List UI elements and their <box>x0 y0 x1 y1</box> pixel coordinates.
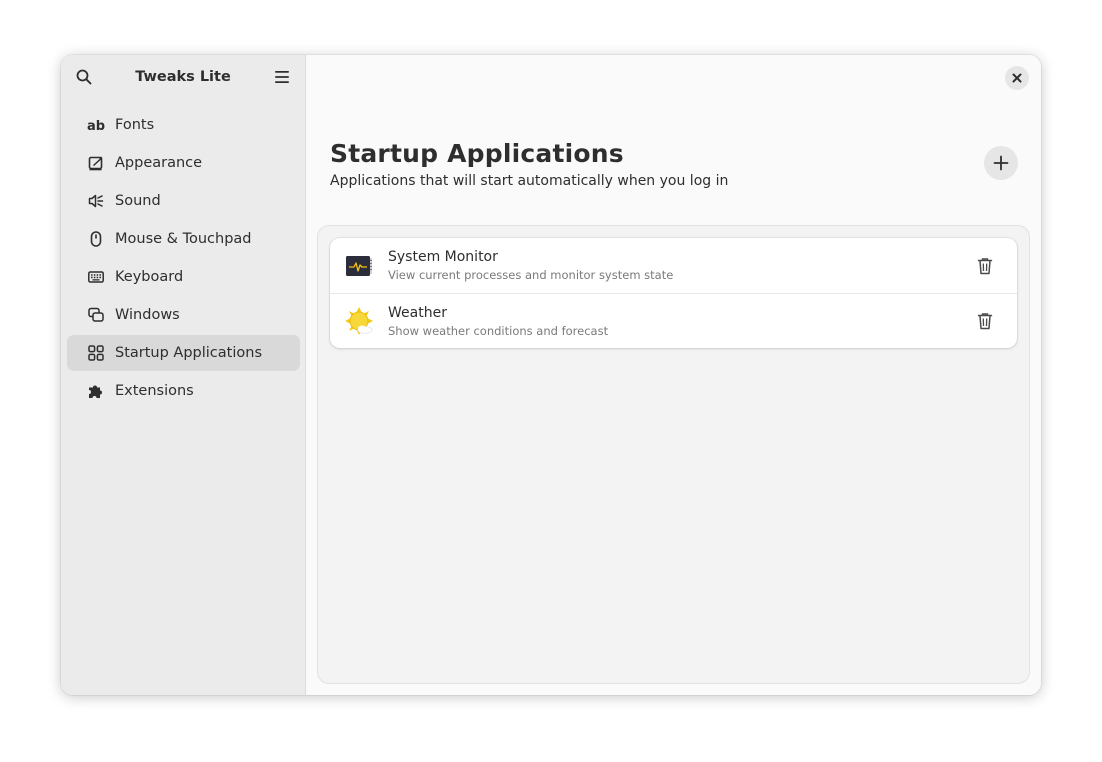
sidebar-item-label: Fonts <box>115 117 155 133</box>
sidebar-item-mouse-touchpad[interactable]: Mouse & Touchpad <box>67 221 300 257</box>
sidebar-item-label: Sound <box>115 193 161 209</box>
hamburger-menu-icon <box>275 71 289 83</box>
puzzle-icon <box>87 382 105 400</box>
sidebar: Tweaks Lite ab Fonts Appearance Sound Mo… <box>61 55 306 695</box>
grid-icon <box>87 344 105 362</box>
sidebar-item-label: Windows <box>115 307 180 323</box>
trash-icon <box>977 313 993 330</box>
app-window: Tweaks Lite ab Fonts Appearance Sound Mo… <box>61 55 1041 695</box>
sidebar-title: Tweaks Lite <box>135 69 231 85</box>
sidebar-item-windows[interactable]: Windows <box>67 297 300 333</box>
sidebar-item-keyboard[interactable]: Keyboard <box>67 259 300 295</box>
app-text: System Monitor View current processes an… <box>388 248 673 283</box>
app-name: Weather <box>388 304 447 321</box>
svg-text:ab: ab <box>87 119 105 132</box>
sidebar-item-label: Extensions <box>115 383 194 399</box>
sidebar-item-label: Startup Applications <box>115 345 262 361</box>
sidebar-item-startup-applications[interactable]: Startup Applications <box>67 335 300 371</box>
remove-app-button[interactable] <box>973 309 997 333</box>
startup-apps-list: System Monitor View current processes an… <box>330 238 1017 348</box>
add-application-button[interactable] <box>984 146 1018 180</box>
app-text: Weather Show weather conditions and fore… <box>388 304 608 339</box>
app-name: System Monitor <box>388 249 498 265</box>
sidebar-item-sound[interactable]: Sound <box>67 183 300 219</box>
plus-icon <box>993 155 1009 171</box>
list-item: System Monitor View current processes an… <box>330 238 1017 293</box>
page-title: Startup Applications <box>330 139 624 168</box>
sidebar-list: ab Fonts Appearance Sound Mouse & Touchp… <box>67 107 300 411</box>
sidebar-item-appearance[interactable]: Appearance <box>67 145 300 181</box>
remove-app-button[interactable] <box>973 254 997 278</box>
content-pane: Startup Applications Applications that w… <box>306 55 1041 695</box>
keyboard-icon <box>87 268 105 286</box>
close-button[interactable] <box>1005 66 1029 90</box>
weather-icon <box>344 306 374 336</box>
sidebar-item-extensions[interactable]: Extensions <box>67 373 300 409</box>
main-menu-button[interactable] <box>272 67 292 87</box>
trash-icon <box>977 257 993 274</box>
app-description: View current processes and monitor syste… <box>388 268 674 282</box>
sidebar-item-label: Mouse & Touchpad <box>115 231 252 247</box>
sound-icon <box>87 192 105 210</box>
close-icon <box>1012 73 1022 83</box>
windows-icon <box>87 306 105 324</box>
sidebar-item-fonts[interactable]: ab Fonts <box>67 107 300 143</box>
mouse-icon <box>87 230 105 248</box>
startup-apps-group: System Monitor View current processes an… <box>317 225 1030 684</box>
font-icon: ab <box>87 116 105 134</box>
page-subtitle: Applications that will start automatical… <box>330 173 729 189</box>
list-item: Weather Show weather conditions and fore… <box>330 293 1017 348</box>
sidebar-header: Tweaks Lite <box>61 55 305 101</box>
sidebar-item-label: Appearance <box>115 155 203 171</box>
appearance-icon <box>87 154 105 172</box>
system-monitor-icon <box>344 251 374 281</box>
sidebar-item-label: Keyboard <box>115 269 184 285</box>
app-description: Show weather conditions and forecast <box>388 323 609 338</box>
